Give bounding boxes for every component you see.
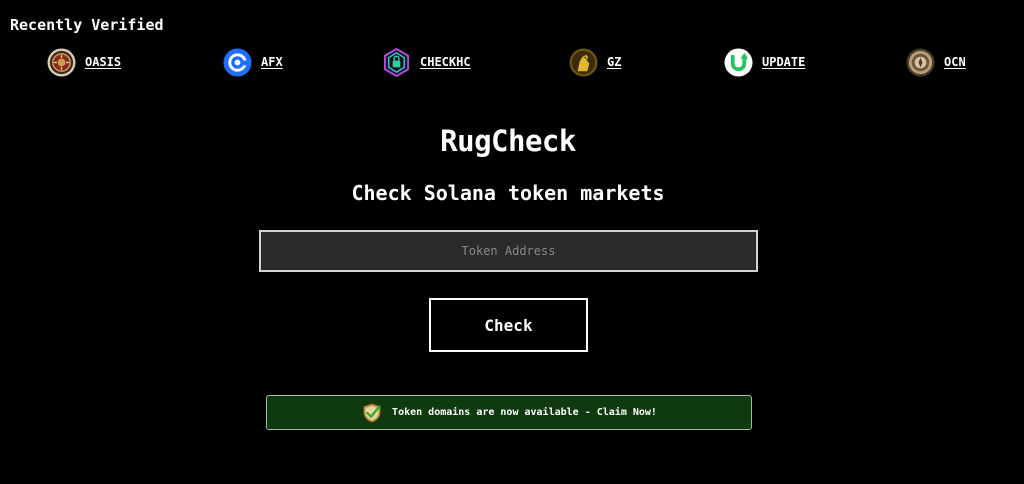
checkhc-token-logo-icon	[383, 47, 410, 77]
oasis-token-logo-icon	[47, 47, 76, 77]
ocn-token-logo-icon	[906, 47, 935, 77]
token-symbol: CHECKHC	[420, 55, 471, 69]
token-link-checkhc[interactable]: CHECKHC	[382, 46, 471, 78]
token-symbol: GZ	[607, 55, 622, 69]
token-symbol: AFX	[261, 55, 283, 69]
token-symbol: OASIS	[85, 55, 122, 69]
page-title: RugCheck	[440, 124, 576, 158]
token-link-afx[interactable]: AFX	[223, 46, 283, 78]
token-link-oasis[interactable]: OASIS	[47, 46, 121, 78]
token-link-gz[interactable]: GZ	[569, 46, 621, 78]
token-address-input[interactable]	[259, 230, 758, 272]
gz-token-logo-icon	[569, 47, 598, 77]
recently-verified-heading: Recently Verified	[10, 16, 164, 34]
banner-text: Token domains are now available - Claim …	[392, 407, 657, 418]
recently-verified-list: OASIS AFX CHECKHC GZ UPDATE OCN	[0, 46, 1024, 78]
token-symbol: OCN	[944, 55, 966, 69]
token-link-update[interactable]: UPDATE	[724, 46, 805, 78]
token-symbol: UPDATE	[762, 55, 806, 69]
update-token-logo-icon	[724, 47, 753, 77]
shield-check-icon	[363, 402, 381, 423]
check-button[interactable]: Check	[429, 298, 588, 352]
afx-token-logo-icon	[223, 47, 252, 77]
page-subtitle: Check Solana token markets	[351, 181, 665, 205]
rugcheck-page: Recently Verified OASIS AFX CHECKHC GZ U…	[0, 0, 1024, 484]
token-link-ocn[interactable]: OCN	[906, 46, 966, 78]
token-domains-banner[interactable]: Token domains are now available - Claim …	[266, 395, 752, 430]
